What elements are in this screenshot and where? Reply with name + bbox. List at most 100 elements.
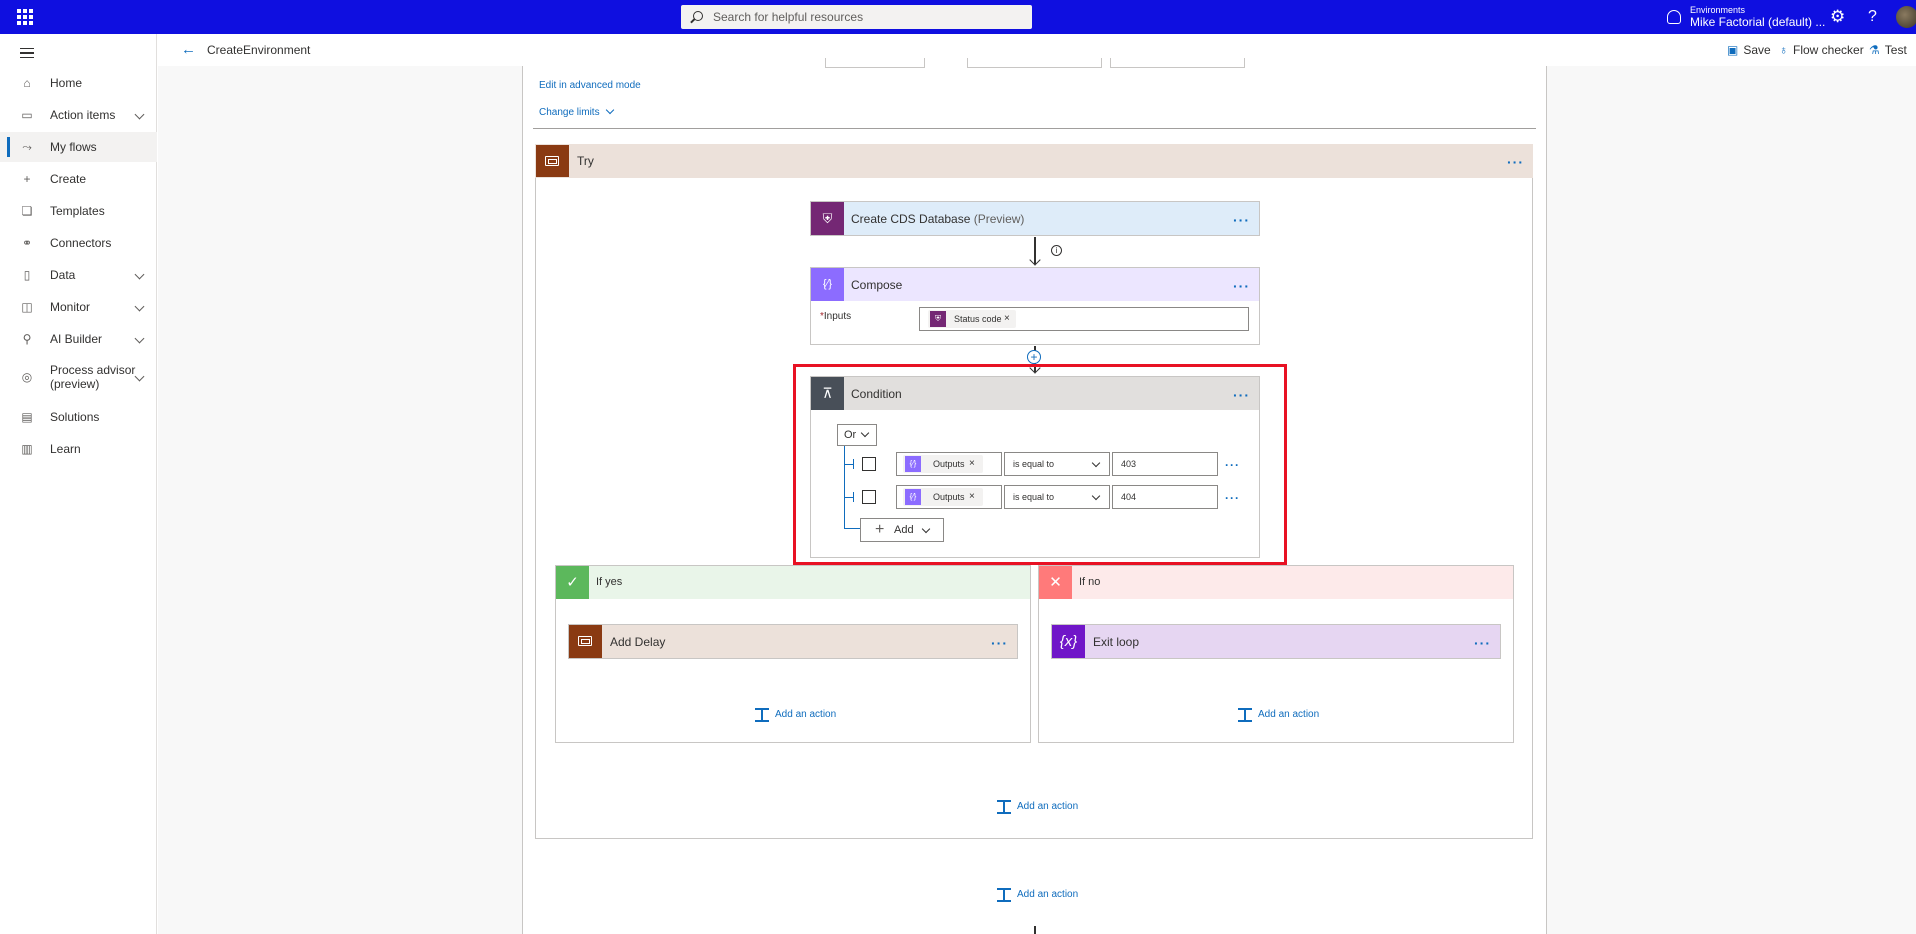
preview-suffix: (Preview) — [973, 212, 1025, 226]
sidebar-item-label: Process advisor (preview) — [50, 363, 135, 391]
scope-title: Try — [577, 154, 594, 168]
token-status-code[interactable]: ⛨ Status code × — [928, 310, 1016, 328]
shield-icon: ⛨ — [811, 202, 844, 235]
action-title-text: Create CDS Database — [851, 212, 971, 226]
sidebar-item-action-items[interactable]: ▭ Action items — [0, 100, 157, 130]
action-title: Compose — [851, 278, 903, 292]
database-icon: ▯ — [23, 268, 31, 282]
sidebar-item-label: Solutions — [50, 410, 100, 424]
sidebar-item-connectors[interactable]: ⚭ Connectors — [0, 228, 157, 258]
sidebar-item-label-line2: (preview) — [50, 377, 100, 391]
token-shield-icon: ⛨ — [930, 311, 946, 327]
add-action-icon — [1238, 708, 1252, 722]
add-action-label: Add an action — [1258, 709, 1320, 720]
save-label: Save — [1743, 43, 1771, 57]
insert-step-icon[interactable]: + — [1027, 350, 1041, 364]
process-advisor-icon: ◎ — [21, 370, 33, 384]
templates-icon: ❏ — [21, 204, 33, 218]
environment-picker[interactable]: Environments Mike Factorial (default) ..… — [1690, 5, 1825, 29]
branch-title: If yes — [596, 576, 623, 588]
edit-advanced-mode-link[interactable]: Edit in advanced mode — [539, 80, 641, 91]
add-action-label: Add an action — [775, 709, 837, 720]
flow-icon: ⤳ — [22, 140, 32, 154]
save-button[interactable]: ▣ Save — [1727, 43, 1771, 57]
more-options-icon[interactable]: ··· — [991, 636, 1008, 650]
gear-icon[interactable]: ⚙ — [1830, 8, 1845, 26]
search-placeholder: Search for helpful resources — [713, 10, 864, 24]
flow-checker-button[interactable]: ♁ Flow checker — [1779, 43, 1864, 57]
chevron-down-icon — [606, 105, 615, 115]
sidebar-item-data[interactable]: ▯ Data — [0, 260, 157, 290]
sidebar-item-label: Templates — [50, 204, 105, 218]
variable-icon: {x} — [1052, 625, 1085, 658]
sidebar-item-monitor[interactable]: ◫ Monitor — [0, 292, 157, 322]
add-action-icon — [997, 800, 1011, 814]
avatar[interactable] — [1896, 6, 1916, 28]
solutions-icon: ▤ — [21, 410, 33, 424]
check-icon: ✓ — [556, 566, 589, 599]
monitor-icon: ◫ — [21, 300, 33, 314]
scope-icon — [536, 145, 569, 177]
inputs-label: *Inputs — [820, 311, 851, 322]
sidebar-item-home[interactable]: ⌂ Home — [0, 68, 157, 98]
help-icon[interactable]: ? — [1868, 8, 1877, 26]
app-launcher-icon[interactable] — [17, 9, 33, 25]
inputs-label-text: Inputs — [823, 311, 852, 322]
token-label: Status code — [954, 314, 1002, 324]
add-action-icon — [997, 888, 1011, 902]
sidebar-item-label: Data — [50, 268, 76, 282]
home-icon: ⌂ — [23, 76, 31, 90]
sidebar-item-ai-builder[interactable]: ⚲ AI Builder — [0, 324, 157, 354]
flask-icon: ⚗ — [1869, 43, 1880, 57]
save-icon: ▣ — [1727, 43, 1739, 57]
environment-name: Mike Factorial (default) ... — [1690, 15, 1826, 29]
chevron-down-icon — [134, 301, 145, 312]
add-action-label: Add an action — [1017, 889, 1079, 900]
plus-icon: + — [23, 172, 31, 186]
more-options-icon[interactable]: ··· — [1474, 636, 1491, 650]
chevron-down-icon — [134, 333, 145, 344]
connector-arrow — [1034, 926, 1036, 934]
sidebar-item-solutions[interactable]: ▤ Solutions — [0, 402, 157, 432]
flow-checker-label: Flow checker — [1793, 43, 1864, 57]
sidebar-item-label: My flows — [50, 140, 97, 154]
divider — [533, 128, 1536, 129]
sidebar-item-label: Home — [50, 76, 83, 90]
chevron-down-icon — [134, 269, 145, 280]
chevron-down-icon — [134, 371, 145, 382]
more-options-icon[interactable]: ··· — [1233, 279, 1250, 293]
add-action-label: Add an action — [1017, 801, 1079, 812]
test-button[interactable]: ⚗ Test — [1869, 43, 1907, 57]
sidebar-item-templates[interactable]: ❏ Templates — [0, 196, 157, 226]
add-action-icon — [755, 708, 769, 722]
branch-header — [1039, 566, 1513, 599]
environment-label: Environments — [1690, 5, 1746, 15]
sidebar-item-create[interactable]: + Create — [0, 164, 157, 194]
hamburger-menu-icon[interactable] — [20, 48, 34, 58]
action-title: Create CDS Database (Preview) — [851, 212, 1024, 226]
field-fragment — [1110, 58, 1245, 68]
sidebar-item-label-line1: Process advisor — [50, 363, 136, 377]
ai-builder-icon: ⚲ — [22, 332, 32, 346]
more-options-icon[interactable]: ··· — [1507, 155, 1524, 169]
sidebar-item-process-advisor[interactable]: ◎ Process advisor (preview) — [0, 362, 157, 392]
sidebar-item-my-flows[interactable]: ⤳ My flows — [0, 132, 157, 162]
info-icon[interactable]: i — [1051, 245, 1062, 256]
sidebar-item-learn[interactable]: ▥ Learn — [0, 434, 157, 464]
test-label: Test — [1884, 43, 1907, 57]
search-input[interactable]: Search for helpful resources — [681, 5, 1032, 29]
more-options-icon[interactable]: ··· — [1233, 213, 1250, 227]
search-icon — [693, 11, 703, 21]
change-limits-link[interactable]: Change limits — [539, 105, 615, 118]
highlight-box — [793, 364, 1287, 565]
scope-try-header[interactable] — [535, 144, 1533, 178]
remove-token-icon[interactable]: × — [1004, 310, 1010, 328]
field-fragment — [967, 58, 1102, 68]
sidebar-item-label: AI Builder — [50, 332, 103, 346]
sidebar-item-label: Monitor — [50, 300, 91, 314]
close-icon: ✕ — [1039, 566, 1072, 599]
back-arrow-icon[interactable]: ← — [181, 42, 196, 57]
field-fragment — [825, 58, 925, 68]
environment-icon — [1667, 10, 1681, 24]
compose-icon: {∕} — [811, 268, 844, 301]
